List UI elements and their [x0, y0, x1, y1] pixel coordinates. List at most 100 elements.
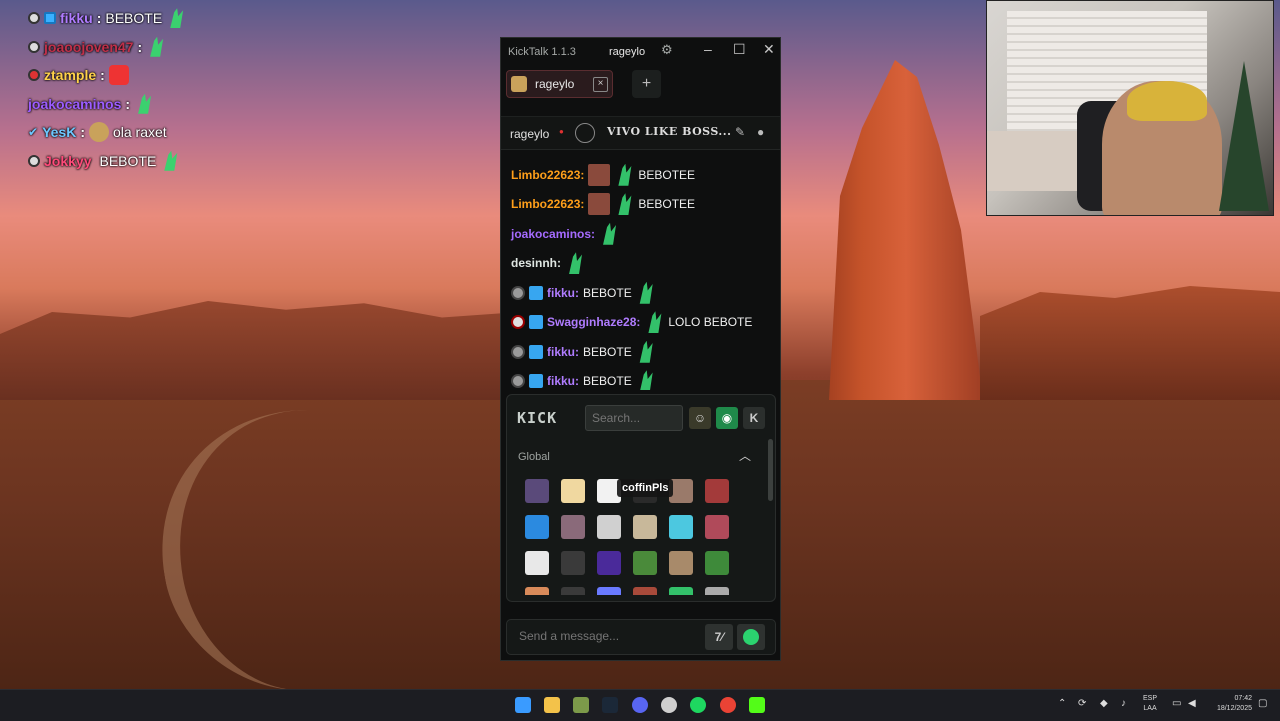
channel-emotes-icon[interactable]: ☺	[689, 407, 711, 429]
spotify-icon[interactable]	[690, 697, 706, 713]
close-icon[interactable]: ✕	[763, 41, 775, 58]
message-user[interactable]: Swagginhaze28:	[547, 315, 640, 329]
message-user[interactable]: desinnh:	[511, 256, 561, 270]
overlay-sep: :	[80, 124, 85, 141]
pin-icon[interactable]: ✎	[735, 125, 745, 139]
emote-button[interactable]	[627, 545, 663, 581]
emote-icon	[633, 515, 657, 539]
chevron-up-icon[interactable]: ⌃	[1058, 698, 1066, 709]
emote-button[interactable]	[519, 581, 555, 595]
emote-button[interactable]	[591, 581, 627, 595]
message-user[interactable]: joakocaminos:	[511, 227, 595, 241]
emote-button[interactable]	[699, 545, 735, 581]
chat-message: Limbo22623: BEBOTEE	[501, 160, 780, 190]
emote-icon	[705, 479, 729, 503]
minecraft-icon[interactable]	[573, 697, 589, 713]
steam-icon[interactable]	[602, 697, 618, 713]
message-user[interactable]: fikku:	[547, 374, 579, 388]
file-explorer-icon[interactable]	[544, 697, 560, 713]
user-list-icon[interactable]: ●	[757, 125, 764, 139]
clock[interactable]: 07:42 18/12/2025	[1206, 694, 1252, 714]
emote-icon	[705, 551, 729, 575]
emote-button[interactable]	[663, 545, 699, 581]
emote-button[interactable]	[663, 581, 699, 595]
message-user[interactable]: Limbo22623:	[511, 168, 584, 182]
global-emotes-icon[interactable]: ◉	[716, 407, 738, 429]
chat-message: fikku: BEBOTE	[501, 337, 780, 367]
discord-icon[interactable]	[632, 697, 648, 713]
overlay-line: fikku: BEBOTE	[28, 4, 186, 33]
emote-button[interactable]	[663, 509, 699, 545]
emote-icon	[669, 515, 693, 539]
sync-icon[interactable]: ⟳	[1078, 698, 1086, 709]
overlay-user: YesK	[42, 124, 77, 141]
badge-icon	[28, 154, 40, 167]
emote-button[interactable]	[555, 473, 591, 509]
emote-button[interactable]	[699, 473, 735, 509]
emote-picker-button[interactable]	[737, 624, 765, 650]
kick-logo: KICK	[517, 409, 558, 427]
add-tab-button[interactable]: +	[632, 70, 661, 98]
shield-icon[interactable]: ◆	[1100, 698, 1108, 709]
chevron-up-icon[interactable]: ︿	[739, 447, 751, 464]
emote-button[interactable]	[627, 581, 663, 595]
emote-icon	[618, 163, 632, 186]
emote-icon	[603, 222, 617, 245]
chrome-icon[interactable]	[720, 697, 736, 713]
overlay-line: Jokkyy BEBOTE	[28, 147, 186, 176]
obs-icon[interactable]	[661, 697, 677, 713]
message-user[interactable]: fikku:	[547, 286, 579, 300]
emote-button[interactable]	[519, 473, 555, 509]
chat-message: fikku: BEBOTE	[501, 367, 780, 390]
minimize-icon[interactable]: –	[704, 41, 712, 57]
message-text: BEBOTE	[583, 285, 632, 300]
gear-icon[interactable]: ⚙	[661, 42, 673, 58]
overlay-message: BEBOTE	[105, 10, 163, 27]
emote-icon	[525, 515, 549, 539]
close-tab-icon[interactable]: ×	[593, 77, 608, 92]
account-username[interactable]: rageylo	[609, 46, 645, 58]
avatar	[511, 76, 527, 92]
emote-icon	[525, 479, 549, 503]
emote-icon	[669, 587, 693, 595]
emote-picker: KICK ☺ ◉ K Global ︿ coffinPls	[506, 394, 776, 602]
emote-tooltip: coffinPls	[617, 479, 674, 497]
tab-rageylo[interactable]: rageylo ×	[506, 70, 613, 98]
overlay-sep: :	[100, 67, 105, 84]
overlay-user: fikku	[60, 10, 93, 27]
kicktalk-icon[interactable]	[749, 697, 765, 713]
emote-icon	[633, 551, 657, 575]
emote-button[interactable]	[699, 581, 735, 595]
notification-icon[interactable]: ▢	[1258, 698, 1267, 709]
emote-search-input[interactable]	[585, 405, 683, 431]
emote-button[interactable]	[519, 545, 555, 581]
network-icon[interactable]: ▭	[1172, 698, 1181, 709]
emote-button[interactable]	[591, 509, 627, 545]
kick-emotes-icon[interactable]: K	[743, 407, 765, 429]
live-dot-icon: ●	[559, 127, 564, 136]
emote-button[interactable]	[555, 545, 591, 581]
message-user[interactable]: fikku:	[547, 345, 579, 359]
emote-button[interactable]	[555, 509, 591, 545]
emote-button[interactable]	[699, 509, 735, 545]
emote-button[interactable]	[519, 509, 555, 545]
emote-button[interactable]	[627, 509, 663, 545]
maximize-icon[interactable]: ☐	[733, 41, 746, 58]
emote-button[interactable]	[591, 545, 627, 581]
start-icon[interactable]	[515, 697, 531, 713]
overlay-sep: :	[96, 10, 102, 27]
microphone-icon[interactable]: ♪	[1121, 698, 1126, 709]
message-input[interactable]	[517, 628, 691, 644]
chat-message: Limbo22623: BEBOTEE	[501, 190, 780, 220]
message-user[interactable]: Limbo22623:	[511, 197, 584, 211]
wallpaper-cliffs-right	[980, 286, 1280, 400]
section-title: Global	[518, 451, 550, 463]
emote-icon	[561, 479, 585, 503]
translate-icon[interactable]: 7⁄	[705, 624, 733, 650]
language-indicator[interactable]: ESP LAA	[1143, 694, 1157, 714]
volume-icon[interactable]: ◀	[1188, 698, 1196, 709]
emote-button[interactable]	[555, 581, 591, 595]
scrollbar[interactable]	[768, 439, 773, 501]
taskbar: ⌃ ⟳ ◆ ♪ ESP LAA ▭ ◀ 07:42 18/12/2025 ▢	[0, 689, 1280, 721]
emote-icon	[705, 587, 729, 595]
